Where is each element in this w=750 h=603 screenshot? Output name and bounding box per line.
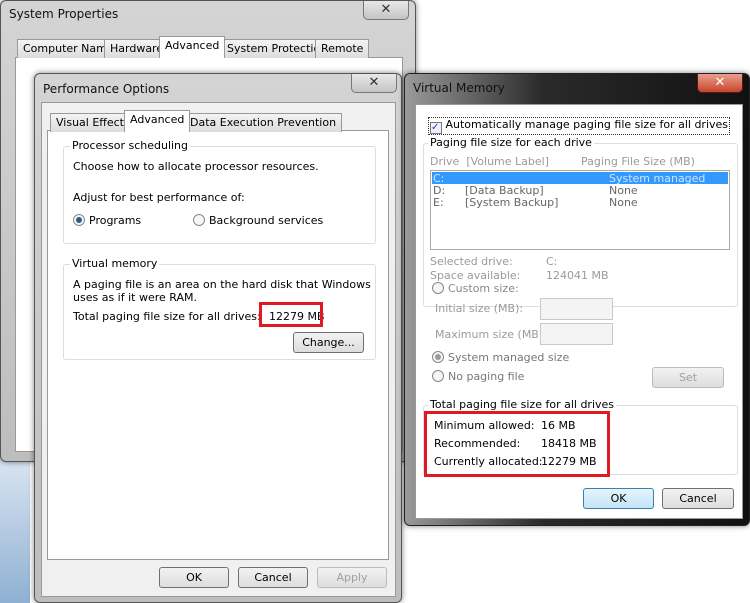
desktop-background bbox=[0, 455, 30, 603]
drive-label: [System Backup] bbox=[465, 196, 559, 209]
virtual-memory-group: Virtual memory A paging file is an area … bbox=[63, 257, 376, 360]
radio-label: Programs bbox=[89, 214, 142, 227]
drive-list[interactable]: C: System managed D: [Data Backup] None E: [… bbox=[430, 170, 730, 250]
column-size: Paging File Size (MB) bbox=[581, 155, 695, 168]
current-label: Currently allocated: bbox=[434, 455, 543, 468]
drive-size: None bbox=[609, 196, 638, 209]
radio-icon bbox=[73, 214, 85, 226]
min-value: 16 MB bbox=[541, 419, 576, 432]
radio-label: Custom size: bbox=[448, 282, 519, 295]
auto-manage-checkbox[interactable]: ✓ Automatically manage paging file size … bbox=[428, 117, 731, 135]
selected-drive-label: Selected drive: bbox=[430, 255, 513, 268]
window-title: Performance Options bbox=[43, 82, 170, 96]
tab-advanced[interactable]: Advanced bbox=[124, 110, 191, 132]
checkbox-icon: ✓ bbox=[430, 122, 442, 134]
adjust-label: Adjust for best performance of: bbox=[73, 191, 245, 204]
close-button[interactable]: ✕ bbox=[697, 74, 743, 93]
radio-label: Background services bbox=[209, 214, 324, 227]
drive-letter: E: bbox=[433, 196, 444, 209]
recommended-label: Recommended: bbox=[434, 437, 521, 450]
group-title: Paging file size for each drive bbox=[428, 136, 594, 149]
cancel-button[interactable]: Cancel bbox=[662, 488, 734, 509]
initial-size-input[interactable] bbox=[540, 298, 613, 320]
close-button[interactable]: ✕ bbox=[351, 74, 397, 93]
cancel-button[interactable]: Cancel bbox=[238, 567, 308, 588]
custom-size-radio[interactable]: Custom size: bbox=[432, 282, 519, 295]
description: A paging file is an area on the hard dis… bbox=[73, 278, 371, 304]
tab-visual-effects[interactable]: Visual Effects bbox=[50, 113, 136, 132]
description: Choose how to allocate processor resourc… bbox=[73, 160, 319, 173]
tab-panel: Processor scheduling Choose how to alloc… bbox=[47, 130, 389, 560]
current-value: 12279 MB bbox=[541, 455, 597, 468]
drive-row[interactable]: C: System managed bbox=[432, 172, 728, 185]
dialog-body: ✓ Automatically manage paging file size … bbox=[415, 104, 743, 519]
space-value: 124041 MB bbox=[546, 269, 609, 282]
recommended-value: 18418 MB bbox=[541, 437, 597, 450]
tab-data-execution-prevention[interactable]: Data Execution Prevention bbox=[184, 113, 343, 132]
apply-button[interactable]: Apply bbox=[317, 567, 387, 588]
radio-icon bbox=[432, 282, 444, 294]
radio-icon bbox=[193, 214, 205, 226]
no-paging-radio[interactable]: No paging file bbox=[432, 370, 524, 383]
column-drive: Drive [Volume Label] bbox=[430, 155, 549, 168]
maximum-size-input[interactable] bbox=[540, 323, 613, 345]
ok-button[interactable]: OK bbox=[159, 567, 229, 588]
selected-drive-value: C: bbox=[546, 255, 558, 268]
window-title: System Properties bbox=[9, 7, 119, 21]
space-label: Space available: bbox=[430, 269, 521, 282]
checkbox-label: Automatically manage paging file size fo… bbox=[445, 118, 729, 131]
group-title: Virtual memory bbox=[70, 257, 160, 270]
total-label: Total paging file size for all drives: bbox=[73, 310, 261, 323]
performance-options-window: Performance Options ✕ Processor scheduli… bbox=[34, 73, 402, 603]
set-button[interactable]: Set bbox=[652, 367, 724, 388]
dialog-body: Processor scheduling Choose how to alloc… bbox=[41, 102, 396, 597]
system-managed-radio[interactable]: System managed size bbox=[432, 351, 569, 364]
maximum-size-label: Maximum size (MB): bbox=[435, 328, 547, 341]
drive-row[interactable]: D: [Data Backup] None bbox=[432, 184, 728, 197]
programs-radio[interactable]: Programs bbox=[73, 214, 141, 227]
highlight-box bbox=[259, 302, 323, 327]
radio-icon bbox=[432, 351, 444, 363]
change-button[interactable]: Change... bbox=[293, 332, 364, 353]
drive-row[interactable]: E: [System Backup] None bbox=[432, 196, 728, 209]
min-label: Minimum allowed: bbox=[434, 419, 535, 432]
radio-icon bbox=[432, 370, 444, 382]
ok-button[interactable]: OK bbox=[583, 488, 654, 509]
background-services-radio[interactable]: Background services bbox=[193, 214, 323, 227]
tab-advanced[interactable]: Advanced bbox=[159, 36, 226, 58]
radio-label: System managed size bbox=[448, 351, 570, 364]
processor-scheduling-group: Processor scheduling Choose how to alloc… bbox=[63, 139, 376, 244]
radio-label: No paging file bbox=[448, 370, 525, 383]
tab-remote[interactable]: Remote bbox=[315, 39, 370, 58]
initial-size-label: Initial size (MB): bbox=[435, 302, 524, 315]
virtual-memory-window: Virtual Memory ✕ ✓ Automatically manage … bbox=[404, 73, 750, 526]
group-title: Total paging file size for all drives bbox=[428, 398, 617, 411]
close-button[interactable]: ✕ bbox=[363, 1, 409, 20]
group-title: Processor scheduling bbox=[70, 139, 191, 152]
window-title: Virtual Memory bbox=[413, 81, 505, 95]
